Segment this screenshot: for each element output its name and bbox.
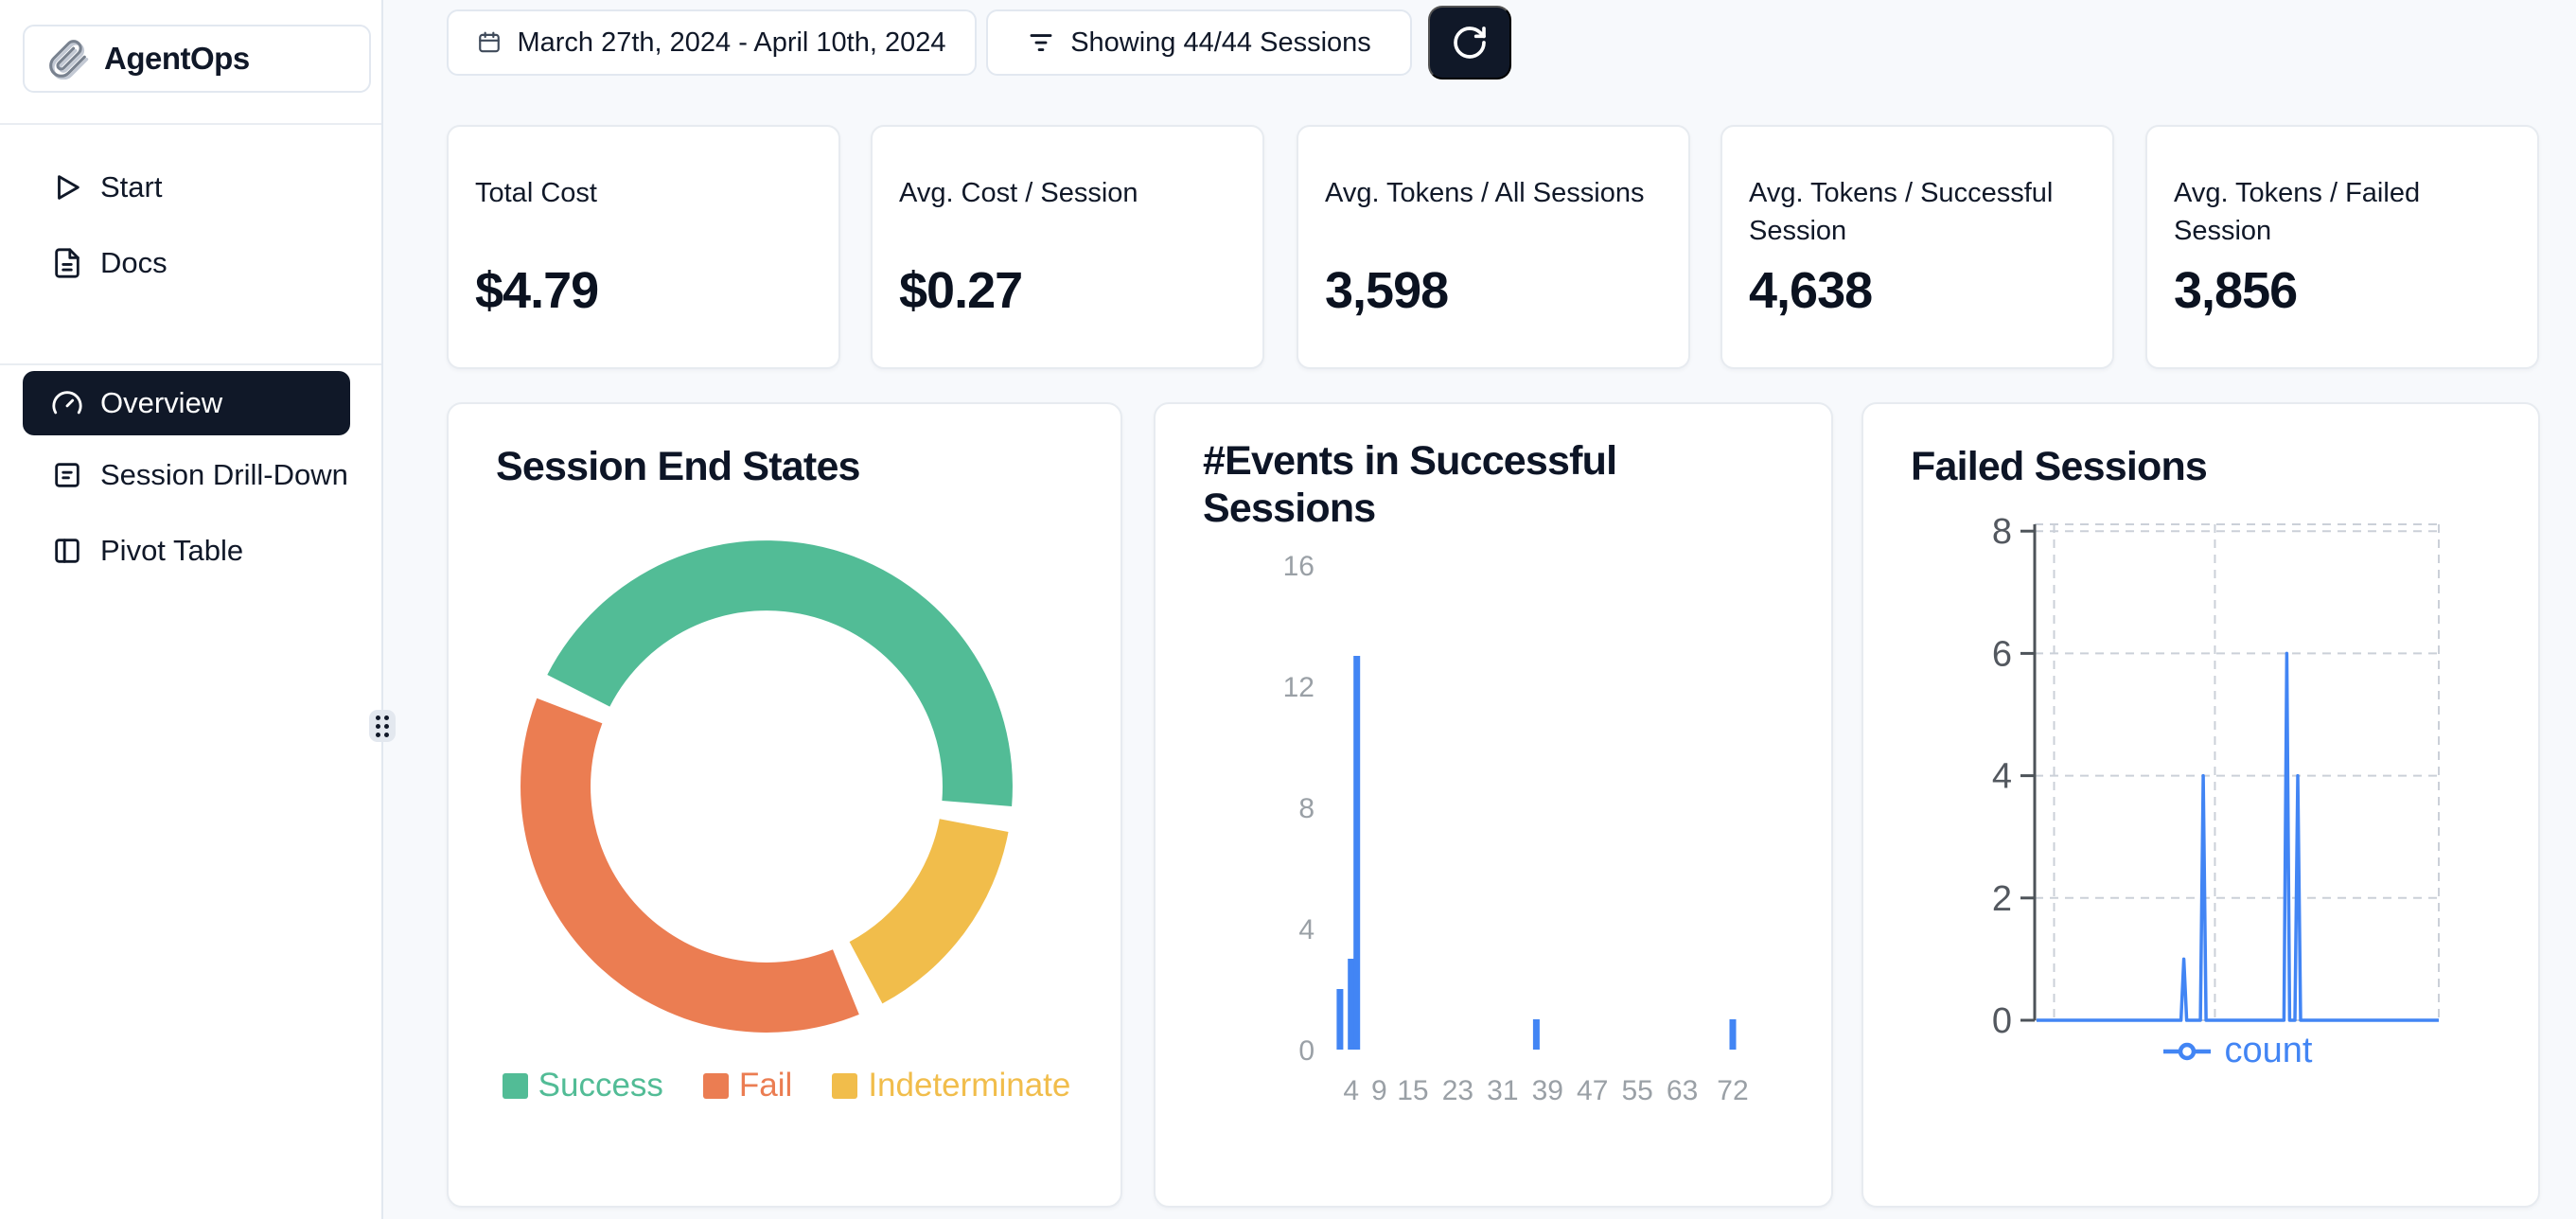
failed-line-chart: 0 2 4 6 8 xyxy=(1863,404,2540,1208)
stat-card-total-cost: Total Cost $4.79 xyxy=(447,125,840,369)
sidebar-resize-handle[interactable] xyxy=(369,710,396,742)
grip-dots-icon xyxy=(376,716,389,737)
count-legend-label: count xyxy=(2225,1031,2313,1071)
legend-item-success[interactable]: Success xyxy=(503,1067,663,1104)
donut-slice-indeterminate xyxy=(850,819,1009,1003)
legend-label: Success xyxy=(538,1067,663,1104)
stat-card-avg-cost-session: Avg. Cost / Session $0.27 xyxy=(871,125,1264,369)
note-lines-icon xyxy=(51,459,83,491)
donut-legend: Success Fail Indeterminate xyxy=(449,1067,1122,1104)
sidebar-divider xyxy=(0,123,381,125)
y-tick-label: 0 xyxy=(1298,1035,1314,1067)
refresh-button[interactable] xyxy=(1428,6,1511,80)
y-tick-label: 4 xyxy=(1298,914,1314,945)
legend-label: Fail xyxy=(739,1067,792,1104)
stat-value: 4,638 xyxy=(1749,261,1872,320)
y-tick-label: 6 xyxy=(1992,634,2012,674)
sidebar-item-pivot-table[interactable]: Pivot Table xyxy=(23,522,350,579)
sidebar-item-session-drill-down[interactable]: Session Drill-Down xyxy=(23,447,350,504)
sidebar-item-overview[interactable]: Overview xyxy=(23,371,350,435)
stat-value: 3,856 xyxy=(2174,261,2297,320)
stat-value: $4.79 xyxy=(475,261,598,320)
stat-label: Total Cost xyxy=(475,174,806,212)
x-tick-label: 23 xyxy=(1442,1075,1473,1106)
x-tick-label: 39 xyxy=(1532,1075,1563,1106)
sidebar-item-label: Session Drill-Down xyxy=(100,458,348,492)
date-range-label: March 27th, 2024 - April 10th, 2024 xyxy=(517,27,945,59)
x-tick-label: 4 xyxy=(1343,1075,1359,1106)
stat-label: Avg. Tokens / Successful Session xyxy=(1749,174,2080,250)
y-tick-label: 4 xyxy=(1992,757,2012,797)
donut-slice-success xyxy=(547,540,1013,806)
rotate-cw-icon xyxy=(1451,24,1489,62)
count-legend[interactable]: count xyxy=(2035,1031,2439,1071)
sidebar-item-start[interactable]: Start xyxy=(23,159,350,216)
sidebar-item-label: Start xyxy=(100,170,162,204)
y-tick-label: 0 xyxy=(1992,1001,2012,1041)
bar-events-72 xyxy=(1730,1019,1737,1050)
x-tick-label: 63 xyxy=(1667,1075,1698,1106)
calendar-icon xyxy=(477,30,502,55)
sidebar-item-label: Overview xyxy=(100,386,222,420)
agentops-logo[interactable]: AgentOps xyxy=(23,25,371,93)
paperclip-logo-icon xyxy=(47,38,89,80)
count-line-series xyxy=(2037,653,2439,1020)
sidebar-item-label: Pivot Table xyxy=(100,534,243,568)
sidebar-item-docs[interactable]: Docs xyxy=(23,235,350,292)
bar-events-4 xyxy=(1348,959,1354,1050)
panel-left-icon xyxy=(51,535,83,567)
x-tick-label: 31 xyxy=(1487,1075,1518,1106)
y-tick-label: 16 xyxy=(1283,551,1314,582)
sidebar: AgentOps Start Docs Overview Session Dri… xyxy=(0,0,383,1219)
sidebar-item-label: Docs xyxy=(100,246,168,280)
y-tick-label: 2 xyxy=(1992,879,2012,919)
indeterminate-swatch xyxy=(832,1073,857,1099)
y-tick-label: 8 xyxy=(1298,793,1314,824)
stat-card-avg-tokens-successful: Avg. Tokens / Successful Session 4,638 xyxy=(1720,125,2114,369)
legend-item-indeterminate[interactable]: Indeterminate xyxy=(832,1067,1070,1104)
stat-value: 3,598 xyxy=(1325,261,1448,320)
app-title: AgentOps xyxy=(104,41,250,77)
stat-label: Avg. Cost / Session xyxy=(899,174,1230,212)
line-marker-legend-icon xyxy=(2161,1041,2213,1062)
donut-slice-fail xyxy=(520,698,859,1033)
x-tick-label: 15 xyxy=(1397,1075,1428,1106)
y-tick-label: 12 xyxy=(1283,672,1314,703)
legend-label: Indeterminate xyxy=(868,1067,1070,1104)
x-tick-label: 47 xyxy=(1577,1075,1608,1106)
session-end-states-card: Session End States Success Fail Indeterm… xyxy=(447,402,1122,1208)
stat-label: Avg. Tokens / All Sessions xyxy=(1325,174,1656,212)
bar-events-37 xyxy=(1533,1019,1540,1050)
stat-value: $0.27 xyxy=(899,261,1022,320)
play-icon xyxy=(51,171,83,203)
events-successful-sessions-card: #Events in Successful Sessions 048121649… xyxy=(1154,402,1833,1208)
main-content: March 27th, 2024 - April 10th, 2024 Show… xyxy=(385,0,2576,1219)
date-range-button[interactable]: March 27th, 2024 - April 10th, 2024 xyxy=(447,9,977,76)
gauge-icon xyxy=(51,387,83,419)
x-tick-label: 55 xyxy=(1621,1075,1652,1106)
legend-item-fail[interactable]: Fail xyxy=(703,1067,792,1104)
sessions-filter-label: Showing 44/44 Sessions xyxy=(1070,27,1371,59)
stat-card-avg-tokens-all: Avg. Tokens / All Sessions 3,598 xyxy=(1297,125,1690,369)
success-swatch xyxy=(503,1073,528,1099)
stat-card-avg-tokens-failed: Avg. Tokens / Failed Session 3,856 xyxy=(2145,125,2539,369)
events-bar-chart: 0481216491523313947556372 xyxy=(1156,404,1833,1208)
bar-events-2 xyxy=(1336,989,1343,1050)
file-text-icon xyxy=(51,247,83,279)
sidebar-divider xyxy=(0,363,381,365)
bar-events-5 xyxy=(1353,656,1360,1050)
failed-sessions-card: Failed Sessions 02468 count xyxy=(1861,402,2540,1208)
y-tick-label: 8 xyxy=(1992,512,2012,552)
sessions-filter-button[interactable]: Showing 44/44 Sessions xyxy=(986,9,1412,76)
stat-label: Avg. Tokens / Failed Session xyxy=(2174,174,2505,250)
fail-swatch xyxy=(703,1073,729,1099)
filter-lines-icon xyxy=(1027,28,1055,57)
x-tick-label: 9 xyxy=(1371,1075,1387,1106)
x-tick-label: 72 xyxy=(1717,1075,1748,1106)
